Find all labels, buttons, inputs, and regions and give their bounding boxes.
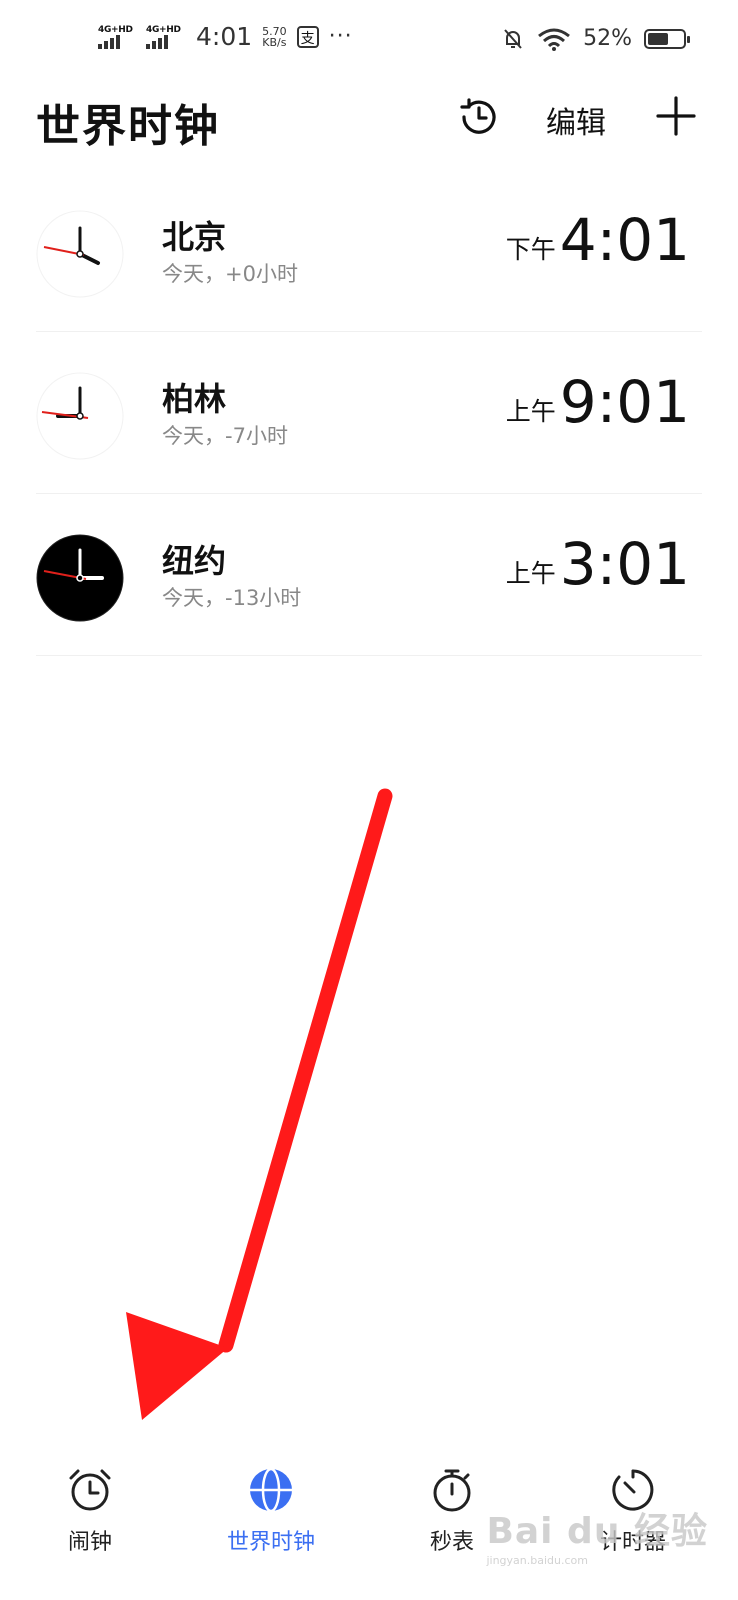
clock-row-berlin[interactable]: 柏林 今天，-7小时 上午 9:01	[0, 332, 738, 494]
world-clock-list: 北京 今天，+0小时 下午 4:01 柏林 今天，-7小时 上午 9:01 纽约…	[0, 170, 738, 656]
time-offset: 今天，-13小时	[162, 586, 302, 610]
page-title: 世界时钟	[36, 101, 220, 152]
tab-alarm[interactable]: 闹钟	[10, 1466, 170, 1556]
alarm-clock-icon	[69, 1469, 111, 1511]
wifi-icon	[538, 28, 571, 51]
add-icon[interactable]	[654, 94, 698, 138]
time-value: 9:01	[559, 368, 690, 436]
analog-clock-icon	[36, 210, 124, 298]
signal-sim1-icon: 4G+HD	[98, 25, 136, 49]
signal-sim2-icon: 4G+HD	[146, 25, 184, 49]
divider	[36, 655, 702, 656]
time-value: 4:01	[559, 206, 690, 274]
clock-row-new-york[interactable]: 纽约 今天，-13小时 上午 3:01	[0, 494, 738, 656]
ampm-label: 下午	[505, 235, 556, 264]
globe-icon	[250, 1467, 292, 1513]
analog-clock-icon	[36, 372, 124, 460]
city-name: 纽约	[162, 542, 227, 580]
baidu-watermark: Bai du 经验 jingyan.baidu.com	[486, 1511, 708, 1567]
status-bar: 4G+HD 4G+HD 4:01 5.70 KB/s 支 ··· 52%	[0, 0, 738, 80]
status-time: 4:01	[196, 22, 253, 51]
clock-row-beijing[interactable]: 北京 今天，+0小时 下午 4:01	[0, 170, 738, 332]
tab-label: 世界时钟	[226, 1530, 315, 1555]
local-time: 下午 4:01	[506, 208, 690, 272]
edit-button[interactable]: 编辑	[546, 98, 606, 142]
ampm-label: 上午	[505, 559, 556, 588]
local-time: 上午 3:01	[506, 532, 690, 596]
app-header: 世界时钟 编辑	[0, 80, 738, 170]
local-time: 上午 9:01	[506, 370, 690, 434]
more-notifications-icon: ···	[328, 24, 353, 49]
time-value: 3:01	[559, 530, 690, 598]
city-name: 柏林	[162, 380, 227, 418]
alipay-icon: 支	[296, 25, 319, 48]
time-offset: 今天，-7小时	[162, 424, 288, 448]
tab-label: 闹钟	[67, 1530, 112, 1555]
analog-clock-dark-icon	[36, 534, 124, 622]
tab-world-clock[interactable]: 世界时钟	[191, 1466, 351, 1556]
bell-muted-icon	[504, 28, 522, 49]
history-clock-icon[interactable]	[456, 94, 502, 140]
battery-percent: 52%	[583, 26, 632, 51]
time-offset: 今天，+0小时	[162, 262, 298, 286]
stopwatch-icon	[433, 1469, 471, 1512]
battery-icon	[644, 28, 690, 49]
ampm-label: 上午	[505, 397, 556, 426]
city-name: 北京	[162, 218, 227, 256]
network-speed: 5.70 KB/s	[262, 24, 287, 49]
